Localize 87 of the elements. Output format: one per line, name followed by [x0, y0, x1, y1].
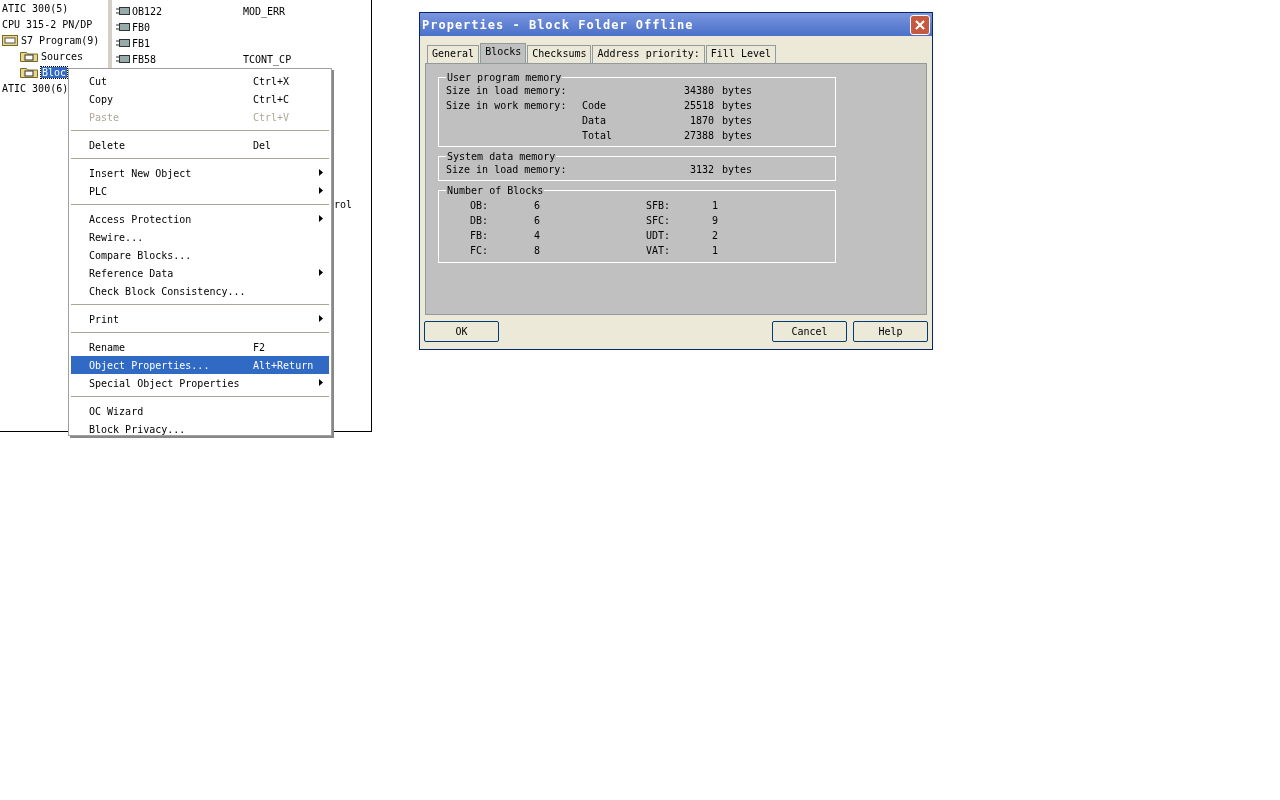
memory-value: 1870 — [688, 115, 715, 127]
memory-sublabel: Total — [582, 130, 613, 141]
block-name[interactable]: OB122 — [132, 5, 243, 17]
menu-item[interactable]: Block Privacy... — [71, 420, 329, 435]
menu-item[interactable]: Copy Ctrl+C — [71, 90, 329, 108]
block-icon — [116, 22, 130, 32]
submenu-arrow-icon — [319, 269, 323, 276]
block-count: 1 — [711, 199, 720, 213]
block-comment: TCONT_CP — [243, 53, 292, 65]
menu-item[interactable]: PLC — [71, 182, 329, 200]
tree-item[interactable]: S7 Program(9) — [21, 34, 100, 46]
memory-value: 27388 — [682, 130, 715, 142]
block-type-label: VAT: — [646, 244, 672, 258]
menu-item[interactable]: Insert New Object — [71, 164, 329, 182]
block-count: 1 — [711, 244, 720, 258]
menu-item[interactable]: Rename F2 — [71, 338, 329, 356]
menu-item[interactable]: Object Properties... Alt+Return — [71, 356, 329, 374]
menu-item[interactable]: Delete Del — [71, 136, 329, 154]
memory-unit: bytes — [722, 85, 754, 97]
tree-item[interactable]: CPU 315-2 PN/DP — [2, 18, 93, 30]
menu-item[interactable]: Check Block Consistency... — [71, 282, 329, 300]
close-button[interactable] — [910, 14, 930, 35]
window-title: Properties - Block Folder Offline — [422, 17, 694, 32]
menu-item[interactable]: Compare Blocks... — [71, 246, 329, 264]
memory-label: Size in load memory: — [446, 85, 567, 96]
block-name[interactable]: FB0 — [132, 21, 243, 33]
menu-item[interactable]: OC Wizard — [71, 402, 329, 420]
tab[interactable]: Address priority: — [592, 45, 705, 63]
dialog-button[interactable]: OK — [424, 321, 499, 342]
group-title: User program memory — [446, 72, 563, 83]
tree-item[interactable]: Sources — [41, 50, 84, 62]
block-type-label: DB: — [470, 214, 490, 228]
block-count: 4 — [533, 229, 542, 243]
menu-item[interactable]: Rewire... — [71, 228, 329, 246]
block-type-label: SFC: — [646, 214, 672, 228]
menu-item[interactable]: Reference Data — [71, 264, 329, 282]
group-title: Number of Blocks — [446, 185, 545, 196]
tab[interactable]: Checksums — [527, 45, 592, 63]
memory-unit: bytes — [722, 164, 754, 176]
block-name[interactable]: FB1 — [132, 37, 243, 49]
block-type-label: SFB: — [646, 199, 672, 213]
tree-item[interactable]: Bloc — [41, 66, 68, 78]
block-name[interactable]: FB58 — [132, 53, 243, 65]
block-icon — [116, 38, 130, 48]
memory-value: 25518 — [682, 100, 715, 112]
tab[interactable]: Fill Level — [705, 45, 777, 63]
submenu-arrow-icon — [319, 215, 323, 222]
memory-label: Size in work memory: — [446, 100, 567, 111]
submenu-arrow-icon — [319, 315, 323, 322]
memory-unit: bytes — [722, 115, 754, 127]
block-count: 2 — [711, 229, 720, 243]
dialog-button[interactable]: Help — [853, 321, 928, 342]
block-count: 6 — [533, 214, 542, 228]
folder-icon — [20, 50, 38, 62]
memory-value: 34380 — [682, 85, 715, 97]
block-comment: MOD_ERR — [243, 5, 286, 17]
group-title: System data memory — [446, 151, 557, 162]
menu-item[interactable]: Access Protection — [71, 210, 329, 228]
menu-item[interactable]: Special Object Properties — [71, 374, 329, 392]
tree-item[interactable]: ATIC 300(6) — [2, 82, 69, 94]
menu-item[interactable]: Print — [71, 310, 329, 328]
dialog-button[interactable]: Cancel — [772, 321, 847, 342]
memory-value: 3132 — [688, 164, 715, 176]
memory-unit: bytes — [722, 130, 754, 142]
block-icon — [116, 6, 130, 16]
tab[interactable]: Blocks — [480, 43, 527, 63]
submenu-arrow-icon — [319, 187, 323, 194]
tab[interactable]: General — [427, 45, 480, 63]
memory-sublabel: Data — [582, 115, 607, 126]
block-count: 8 — [533, 244, 542, 258]
menu-item[interactable]: Cut Ctrl+X — [71, 72, 329, 90]
block-type-label: OB: — [470, 199, 490, 213]
block-count: 6 — [533, 199, 542, 213]
close-icon — [915, 19, 925, 30]
block-type-label: UDT: — [646, 229, 672, 243]
memory-label: Size in load memory: — [446, 164, 567, 175]
block-icon — [116, 54, 130, 64]
block-type-label: FB: — [470, 229, 490, 243]
submenu-arrow-icon — [319, 169, 323, 176]
block-type-label: FC: — [470, 244, 490, 258]
memory-sublabel: Code — [582, 100, 607, 111]
tree-item[interactable]: ATIC 300(5) — [2, 2, 69, 14]
memory-unit: bytes — [722, 100, 754, 112]
submenu-arrow-icon — [319, 379, 323, 386]
block-comment: rol — [334, 198, 353, 210]
block-count: 9 — [711, 214, 720, 228]
folder-icon — [20, 66, 38, 78]
